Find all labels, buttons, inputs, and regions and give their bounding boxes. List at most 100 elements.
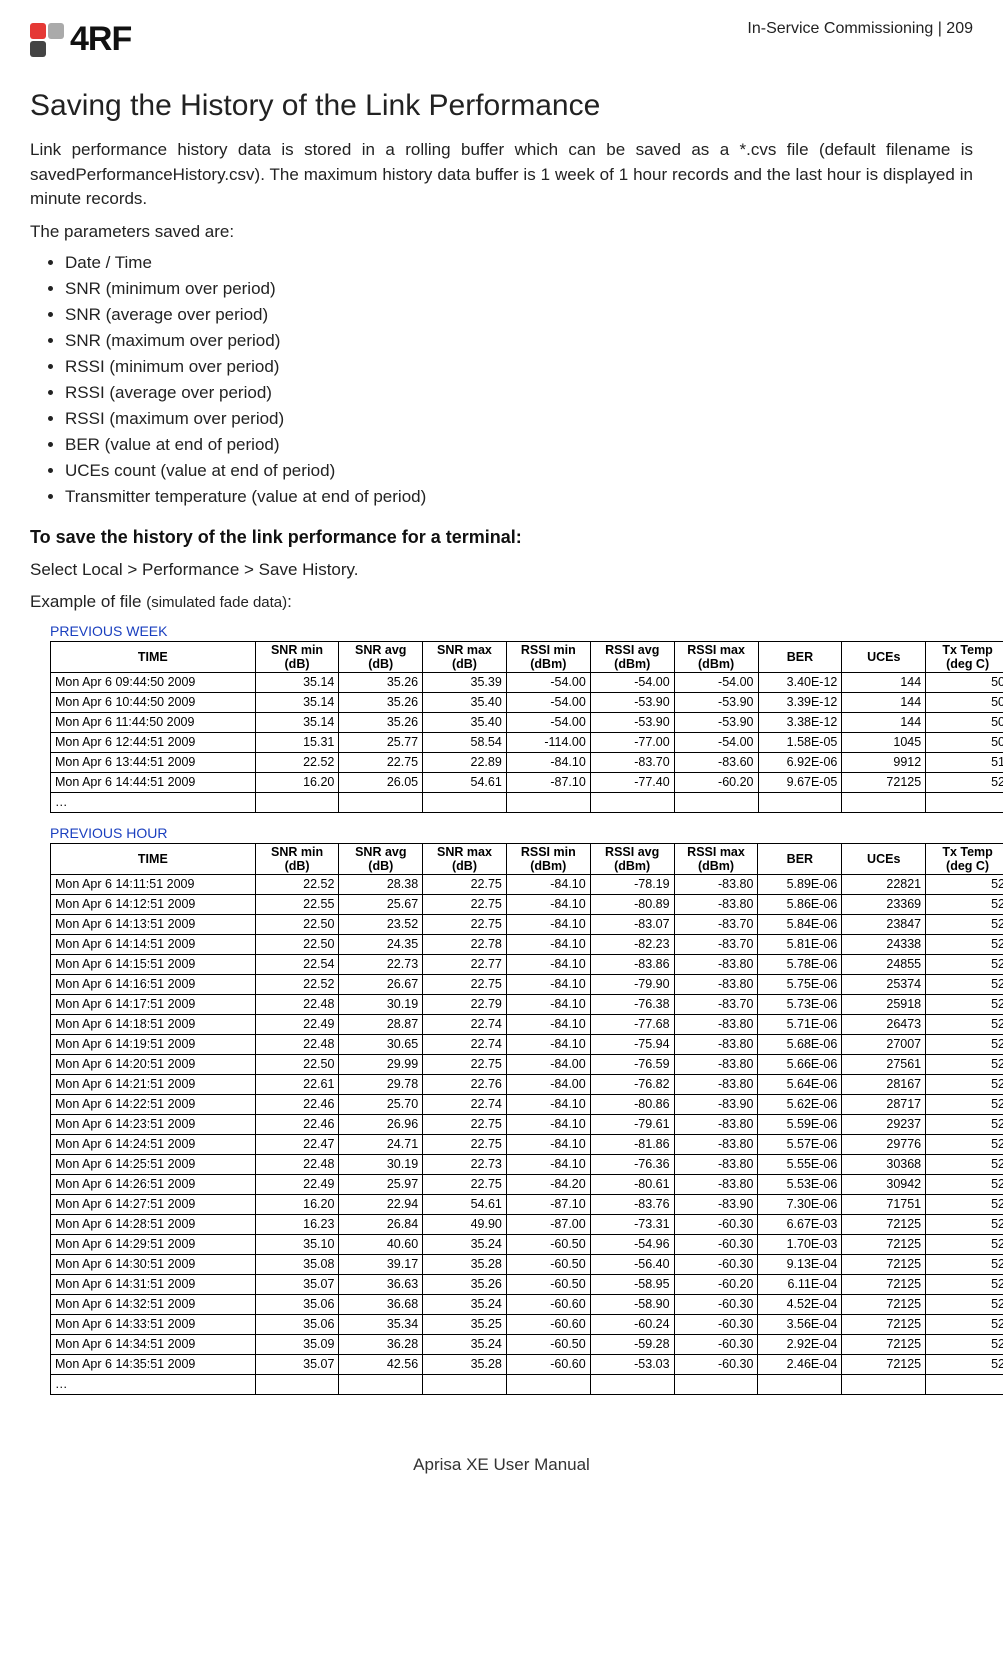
table-cell: -83.80 (674, 1014, 758, 1034)
table-cell: Mon Apr 6 14:30:51 2009 (51, 1254, 256, 1274)
table-cell: 6.92E-06 (758, 752, 842, 772)
table-cell: Mon Apr 6 14:44:51 2009 (51, 772, 256, 792)
table-cell: 5.62E-06 (758, 1094, 842, 1114)
table-row: Mon Apr 6 14:23:51 200922.4626.9622.75-8… (51, 1114, 1003, 1134)
col-header: RSSI avg(dBm) (590, 843, 674, 874)
table-cell (339, 1374, 423, 1394)
table-cell: 5.59E-06 (758, 1114, 842, 1134)
table-cell: 9.67E-05 (758, 772, 842, 792)
page-title: Saving the History of the Link Performan… (30, 89, 973, 123)
table-cell: -83.90 (674, 1094, 758, 1114)
table-row: Mon Apr 6 14:14:51 200922.5024.3522.78-8… (51, 934, 1003, 954)
table-cell: 22.47 (255, 1134, 339, 1154)
table-cell: 26.84 (339, 1214, 423, 1234)
logo-mark-icon (30, 23, 64, 57)
param-item: BER (value at end of period) (65, 435, 973, 455)
table-cell: 30.65 (339, 1034, 423, 1054)
table-cell: 28717 (842, 1094, 926, 1114)
table-cell: Mon Apr 6 14:12:51 2009 (51, 894, 256, 914)
table-cell: 2.46E-04 (758, 1354, 842, 1374)
table-cell: -83.80 (674, 954, 758, 974)
col-header: UCEs (842, 641, 926, 672)
table-cell: -58.95 (590, 1274, 674, 1294)
table-cell: 26.67 (339, 974, 423, 994)
table-cell: -80.86 (590, 1094, 674, 1114)
table-cell: 29.78 (339, 1074, 423, 1094)
table-cell: -79.90 (590, 974, 674, 994)
table-cell: 28.38 (339, 874, 423, 894)
table-row: Mon Apr 6 14:29:51 200935.1040.6035.24-6… (51, 1234, 1003, 1254)
table-cell: -83.80 (674, 874, 758, 894)
table-cell: 3.38E-12 (758, 712, 842, 732)
table-cell: Mon Apr 6 14:33:51 2009 (51, 1314, 256, 1334)
table-cell: -83.07 (590, 914, 674, 934)
table-cell: 72125 (842, 1274, 926, 1294)
table-cell: 27007 (842, 1034, 926, 1054)
table-cell: 35.26 (339, 712, 423, 732)
table-cell: Mon Apr 6 09:44:50 2009 (51, 672, 256, 692)
table-cell: 22.75 (423, 1114, 507, 1134)
table-cell: -87.10 (506, 1194, 590, 1214)
table-cell (842, 792, 926, 812)
table-cell: 5.84E-06 (758, 914, 842, 934)
table-cell: 35.28 (423, 1354, 507, 1374)
table-cell: 22.75 (339, 752, 423, 772)
table-cell: 29776 (842, 1134, 926, 1154)
table-cell: 52 (926, 1034, 1003, 1054)
table-cell: Mon Apr 6 14:35:51 2009 (51, 1354, 256, 1374)
table-cell: 52 (926, 1154, 1003, 1174)
table-cell: 35.24 (423, 1234, 507, 1254)
table-cell: Mon Apr 6 14:13:51 2009 (51, 914, 256, 934)
table-cell: 50 (926, 712, 1003, 732)
table-cell: 35.09 (255, 1334, 339, 1354)
table-cell: 52 (926, 874, 1003, 894)
table-cell: -83.80 (674, 1174, 758, 1194)
table-cell: 52 (926, 1314, 1003, 1334)
table-cell: 35.26 (423, 1274, 507, 1294)
table-cell: 144 (842, 692, 926, 712)
table-cell: -83.70 (674, 934, 758, 954)
table-cell: -83.80 (674, 1134, 758, 1154)
table-cell: 16.23 (255, 1214, 339, 1234)
table-cell: 52 (926, 1174, 1003, 1194)
table-cell: 39.17 (339, 1254, 423, 1274)
table-cell (590, 1374, 674, 1394)
table-cell: -54.00 (506, 672, 590, 692)
table-cell: 52 (926, 772, 1003, 792)
table-cell: 50 (926, 672, 1003, 692)
table-cell: … (51, 792, 256, 812)
table-cell: 5.78E-06 (758, 954, 842, 974)
table-cell: 23369 (842, 894, 926, 914)
table-cell: 5.73E-06 (758, 994, 842, 1014)
col-header: RSSI max(dBm) (674, 641, 758, 672)
table-cell: 22.52 (255, 874, 339, 894)
table-cell (423, 792, 507, 812)
table-cell: 25918 (842, 994, 926, 1014)
table-cell: 26.05 (339, 772, 423, 792)
table-cell: -75.94 (590, 1034, 674, 1054)
table-cell: -80.61 (590, 1174, 674, 1194)
params-intro: The parameters saved are: (30, 220, 973, 245)
table-cell: 52 (926, 1214, 1003, 1234)
table-row: Mon Apr 6 14:28:51 200916.2326.8449.90-8… (51, 1214, 1003, 1234)
table-cell: 35.40 (423, 692, 507, 712)
table-cell: 52 (926, 1234, 1003, 1254)
table-cell: Mon Apr 6 14:29:51 2009 (51, 1234, 256, 1254)
param-item: RSSI (maximum over period) (65, 409, 973, 429)
table-cell: 22.74 (423, 1094, 507, 1114)
table-cell: 72125 (842, 1334, 926, 1354)
table-cell (926, 1374, 1003, 1394)
table-cell: 35.25 (423, 1314, 507, 1334)
table-cell: 27561 (842, 1054, 926, 1074)
table-cell: Mon Apr 6 14:28:51 2009 (51, 1214, 256, 1234)
table-cell: 29237 (842, 1114, 926, 1134)
table-cell: 72125 (842, 1294, 926, 1314)
nav-path-text: Select Local > Performance > Save Histor… (30, 558, 973, 583)
table-cell: 9912 (842, 752, 926, 772)
intro-paragraph: Link performance history data is stored … (30, 138, 973, 212)
table-cell: 15.31 (255, 732, 339, 752)
table-cell: -59.28 (590, 1334, 674, 1354)
table-cell: 35.06 (255, 1314, 339, 1334)
table-cell: 22.48 (255, 1154, 339, 1174)
table-cell: -60.30 (674, 1334, 758, 1354)
